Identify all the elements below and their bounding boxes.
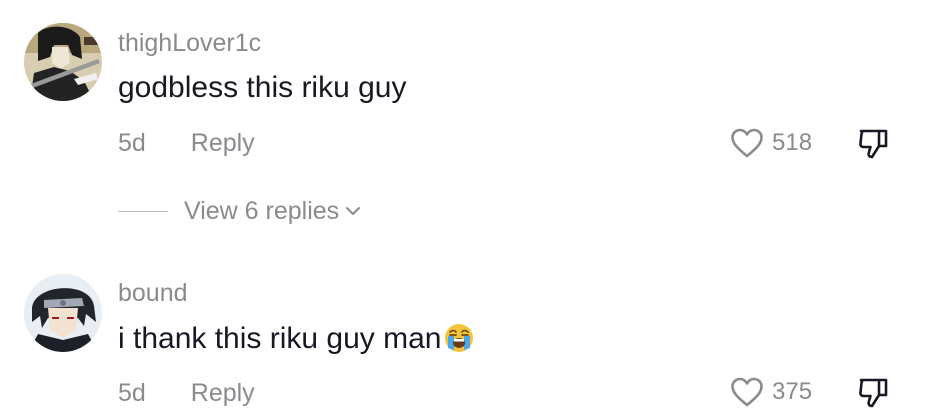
comment-text-content: i thank this riku guy man [118, 322, 442, 355]
reply-button[interactable]: Reply [191, 129, 255, 158]
comment-timestamp: 5d [118, 129, 146, 157]
avatar[interactable] [24, 274, 102, 352]
chevron-down-icon [346, 207, 361, 215]
comment-text: i thank this riku guy man [118, 322, 475, 356]
dislike-button[interactable] [857, 126, 891, 160]
avatar-image [24, 23, 102, 101]
thumbs-down-icon [859, 378, 888, 408]
dislike-button[interactable] [857, 375, 891, 409]
heart-outline-icon [731, 377, 763, 407]
loudly-crying-face-emoji [445, 324, 474, 352]
like-button[interactable]: 518 [730, 126, 812, 160]
view-replies-button[interactable]: View 6 replies [118, 196, 361, 226]
comment-meta: 5d Reply [118, 129, 255, 158]
like-button[interactable]: 375 [730, 375, 812, 409]
comment-timestamp: 5d [118, 379, 146, 407]
comment-text: godbless this riku guy [118, 71, 407, 104]
like-count: 375 [772, 378, 813, 405]
divider-line [118, 210, 168, 212]
avatar-image [24, 274, 102, 352]
comment-username[interactable]: bound [118, 279, 188, 308]
view-replies-label: View 6 replies [184, 196, 340, 225]
comment-meta: 5d Reply [118, 379, 255, 408]
reply-button[interactable]: Reply [191, 379, 255, 408]
avatar[interactable] [24, 23, 102, 101]
like-count: 518 [772, 129, 813, 156]
comment-username[interactable]: thighLover1c [118, 29, 261, 58]
thumbs-down-icon [859, 129, 888, 159]
heart-outline-icon [731, 128, 763, 158]
